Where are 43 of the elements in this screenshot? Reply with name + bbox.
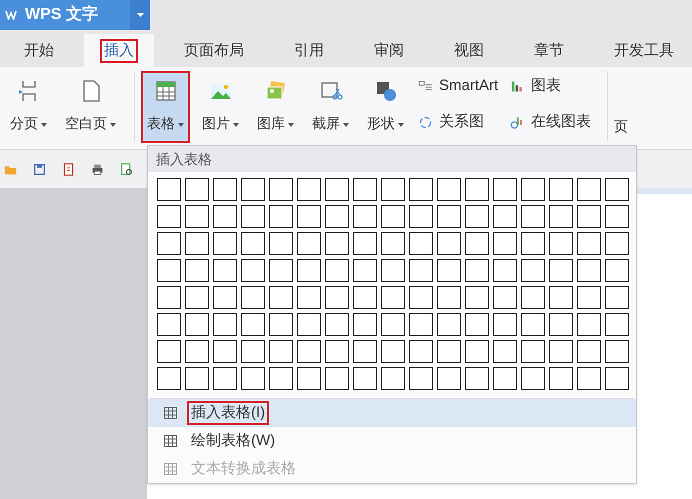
ribbon-button[interactable]: 图库 xyxy=(251,71,300,143)
ribbon-tab[interactable]: 引用 xyxy=(274,34,344,67)
ribbon-button[interactable]: 图片 xyxy=(196,71,245,143)
ribbon-small-button[interactable]: 在线图表 xyxy=(510,111,592,133)
table-icon xyxy=(164,407,177,419)
printer-icon[interactable] xyxy=(91,162,104,176)
caret-icon xyxy=(343,122,349,126)
ribbon-small-button[interactable]: 关系图 xyxy=(418,111,498,133)
ribbon-tab[interactable]: 审阅 xyxy=(354,34,424,67)
ribbon-tab[interactable]: 开发工具 xyxy=(594,34,692,67)
ribbon-button[interactable]: 表格 xyxy=(141,71,190,143)
print-preview-icon[interactable] xyxy=(120,162,133,176)
caret-icon xyxy=(398,122,404,126)
caret-icon xyxy=(110,122,116,126)
wps-logo-icon xyxy=(5,10,17,20)
table-icon xyxy=(154,79,178,103)
caret-icon xyxy=(288,122,294,126)
ribbon-button[interactable]: 形状 xyxy=(361,71,410,143)
ribbon-small-button[interactable]: SmartArt xyxy=(418,75,498,97)
ribbon-tab[interactable]: 插入 xyxy=(84,34,154,67)
app-menu-button[interactable] xyxy=(130,0,150,30)
ribbon-tab[interactable]: 章节 xyxy=(514,34,584,67)
caret-icon xyxy=(233,122,239,126)
ribbon-button[interactable]: 空白页 xyxy=(59,71,122,143)
table-icon xyxy=(164,463,177,475)
ribbon-button[interactable]: 截屏 xyxy=(306,71,355,143)
ribbon-button-label[interactable]: 页 xyxy=(614,116,628,137)
document-icon[interactable] xyxy=(62,162,75,176)
save-icon[interactable] xyxy=(33,162,46,176)
menu-item[interactable]: 绘制表格(W) xyxy=(148,427,636,455)
cycle-diagram-icon xyxy=(418,114,433,130)
ribbon-tab[interactable]: 视图 xyxy=(434,34,504,67)
caret-icon xyxy=(41,122,47,126)
ribbon-tab[interactable]: 开始 xyxy=(4,34,74,67)
ribbon-small-button[interactable]: 图表 xyxy=(510,75,592,97)
caret-icon xyxy=(136,13,144,17)
ribbon-tab[interactable]: 页面布局 xyxy=(164,34,264,67)
app-title: WPS 文字 xyxy=(25,4,98,25)
menu-item[interactable]: 插入表格(I) xyxy=(148,399,636,427)
table-icon xyxy=(164,435,177,447)
menu-header: 插入表格 xyxy=(148,146,636,172)
caret-icon xyxy=(178,122,184,126)
ribbon-button[interactable]: 分页 xyxy=(4,71,53,143)
